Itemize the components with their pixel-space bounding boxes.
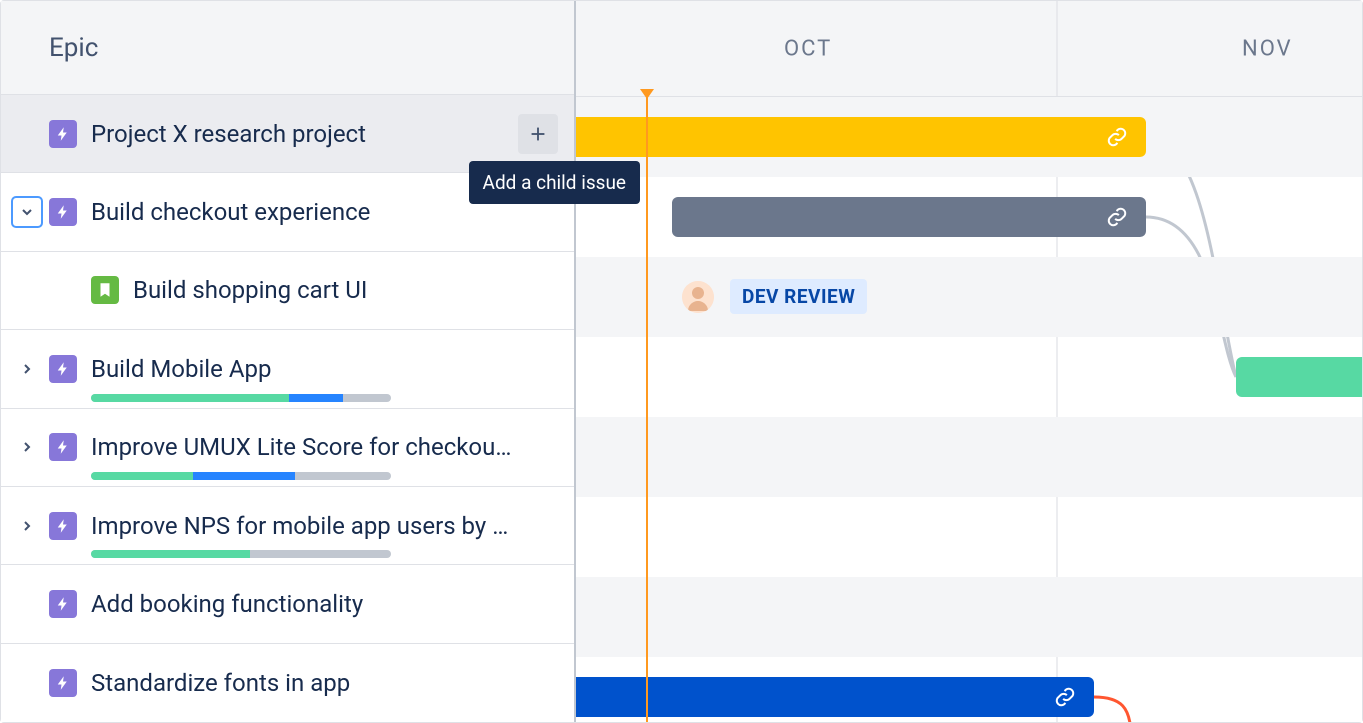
add-child-button[interactable] — [518, 114, 558, 154]
expand-toggle[interactable] — [13, 355, 41, 383]
expand-toggle[interactable] — [13, 512, 41, 540]
progress-bar — [91, 394, 391, 402]
epic-title: Improve UMUX Lite Score for checkou… — [91, 433, 558, 461]
timeline-bar[interactable] — [672, 197, 1146, 237]
timeline-bar[interactable] — [576, 677, 1094, 717]
link-icon — [1054, 686, 1076, 708]
epic-icon — [49, 669, 77, 697]
expand-toggle[interactable] — [13, 198, 41, 226]
chevron-right-icon — [19, 361, 35, 377]
epic-title: Standardize fonts in app — [91, 669, 558, 697]
link-icon — [1106, 126, 1128, 148]
progress-bar — [91, 550, 391, 558]
chevron-right-icon — [19, 439, 35, 455]
month-label: OCT — [784, 36, 832, 61]
epic-row[interactable]: Improve NPS for mobile app users by … — [1, 487, 574, 565]
link-icon — [1106, 206, 1128, 228]
progress-bar — [91, 472, 391, 480]
epic-row[interactable]: Project X research project Add a child i… — [1, 95, 574, 173]
column-header-label: Epic — [49, 33, 98, 63]
story-icon — [91, 276, 119, 304]
issue-title: Build shopping cart UI — [133, 276, 558, 304]
assignee-avatar[interactable] — [682, 281, 714, 313]
epic-icon — [49, 355, 77, 383]
month-label: NOV — [1242, 36, 1293, 61]
timeline-panel[interactable]: OCT NOV — [576, 1, 1362, 722]
timeline-rows: DEV REVIEW — [576, 97, 1362, 722]
epic-icon — [49, 198, 77, 226]
epic-title: Build Mobile App — [91, 355, 558, 383]
epic-list-panel: Epic Project X research project Add a ch… — [1, 1, 576, 722]
status-badge[interactable]: DEV REVIEW — [730, 279, 867, 314]
epic-row[interactable]: Improve UMUX Lite Score for checkou… — [1, 409, 574, 487]
epic-icon — [49, 120, 77, 148]
epic-icon — [49, 433, 77, 461]
epic-title: Add booking functionality — [91, 590, 558, 618]
epic-title: Improve NPS for mobile app users by … — [91, 512, 558, 540]
epic-row[interactable]: Build Mobile App — [1, 330, 574, 408]
timeline-bar[interactable] — [1236, 357, 1362, 397]
today-marker — [646, 97, 648, 722]
epic-icon — [49, 512, 77, 540]
epic-icon — [49, 590, 77, 618]
child-issue-row[interactable]: Build shopping cart UI — [1, 252, 574, 330]
chevron-right-icon — [19, 518, 35, 534]
plus-icon — [527, 123, 549, 145]
epic-row[interactable]: Add booking functionality — [1, 565, 574, 643]
timeline-header: OCT NOV — [576, 1, 1362, 97]
column-header-epic: Epic — [1, 1, 574, 95]
tooltip-add-child: Add a child issue — [469, 161, 640, 204]
timeline-bar[interactable] — [576, 117, 1146, 157]
expand-toggle[interactable] — [13, 433, 41, 461]
epic-row[interactable]: Standardize fonts in app — [1, 644, 574, 722]
chevron-down-icon — [19, 204, 35, 220]
epic-title: Project X research project — [91, 120, 518, 148]
